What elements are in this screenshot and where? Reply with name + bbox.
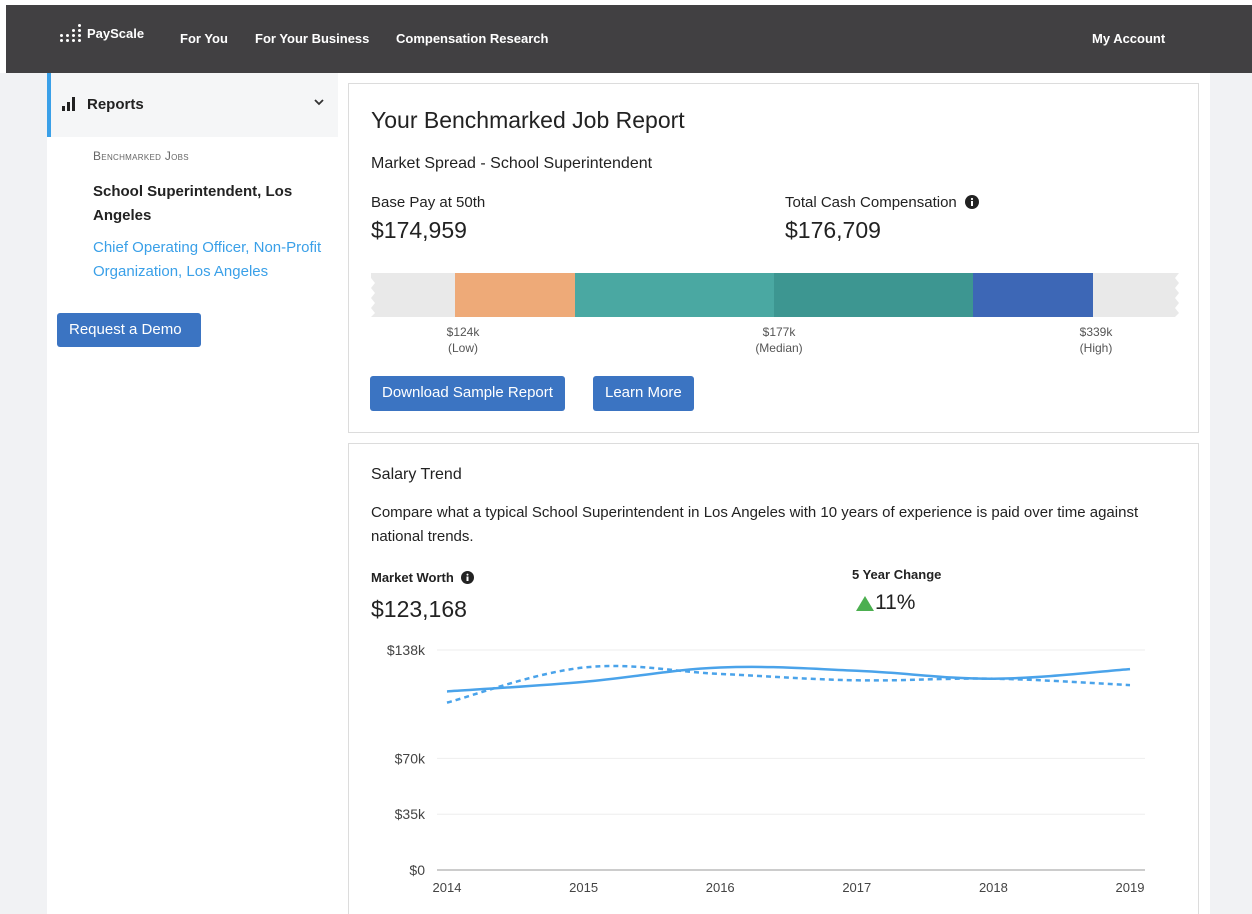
page-gutter-right [1210,73,1252,914]
x-tick-label: 2015 [569,880,598,895]
page-gutter-left [0,73,47,914]
y-tick-label: $0 [409,862,425,878]
chevron-down-icon [314,99,324,106]
report-subtitle: Market Spread - School Superintendent [371,155,653,172]
x-tick-label: 2018 [979,880,1008,895]
info-icon[interactable] [461,571,475,584]
benchmarked-report-card: Your Benchmarked Job Report Market Sprea… [348,83,1199,433]
sidebar: Reports Benchmarked Jobs School Superint… [47,73,338,914]
y-tick-label: $70k [395,750,426,766]
total-cash-label: Total Cash Compensation [785,194,957,211]
total-cash-label-wrap: Total Cash Compensation [785,194,979,211]
salary-trend-description: Compare what a typical School Superinten… [371,504,1139,545]
job-item-active[interactable]: School Superintendent, Los Angeles [93,180,323,228]
payscale-logo[interactable]: PayScale [60,24,144,42]
five-year-change-label: 5 Year Change [852,567,942,582]
nav-for-your-business[interactable]: For Your Business [255,31,369,46]
spread-label-median: $177k (Median) [755,325,803,355]
market-worth-value: $123,168 [371,596,467,622]
reports-section-toggle[interactable]: Reports [47,73,338,137]
benchmarked-jobs-heading: Benchmarked Jobs [93,149,189,163]
nav-compensation-research[interactable]: Compensation Research [396,31,548,46]
x-tick-label: 2017 [842,880,871,895]
spread-segment-mid-low [575,273,774,317]
spread-label-low: $124k (Low) [446,325,480,355]
spread-segment-mid-high [774,273,973,317]
learn-more-button[interactable]: Learn More [593,376,694,411]
five-year-change: 11% [855,591,915,615]
report-title: Your Benchmarked Job Report [371,107,685,133]
spread-label-high: $339k (High) [1079,325,1113,355]
y-tick-label: $35k [395,806,426,822]
x-tick-label: 2014 [433,880,462,895]
base-pay-value: $174,959 [371,217,467,243]
market-spread-bar [371,273,1179,317]
reports-label: Reports [87,96,144,113]
market-worth-label-wrap: Market Worth [371,570,475,585]
x-tick-label: 2016 [706,880,735,895]
x-tick-label: 2019 [1116,880,1145,895]
salary-trend-title: Salary Trend [371,466,462,483]
request-demo-button[interactable]: Request a Demo [57,313,201,347]
top-navigation: PayScale For You For Your Business Compe… [6,5,1252,73]
five-year-change-value: 11% [875,591,916,614]
triangle-up-icon [856,595,874,611]
spread-segment-high [973,273,1093,317]
spread-segment-low [455,273,575,317]
total-cash-value: $176,709 [785,217,881,243]
logo-dots-icon [60,24,82,42]
y-tick-label: $138k [387,642,426,658]
nav-for-you[interactable]: For You [180,31,228,46]
download-sample-report-button[interactable]: Download Sample Report [370,376,565,411]
base-pay-label: Base Pay at 50th [371,194,486,211]
info-icon[interactable] [964,195,979,209]
salary-trend-card: Salary Trend Compare what a typical Scho… [348,443,1199,914]
job-item-link[interactable]: Chief Operating Officer, Non-Profit Orga… [93,236,333,284]
logo-text: PayScale [87,25,145,41]
market-worth-label: Market Worth [371,570,454,585]
nav-my-account[interactable]: My Account [1092,31,1165,46]
salary-trend-chart: $0 $35k $70k $138k 2014 2015 2016 2017 2018 2019 [387,642,1145,895]
bar-chart-icon [62,97,75,111]
